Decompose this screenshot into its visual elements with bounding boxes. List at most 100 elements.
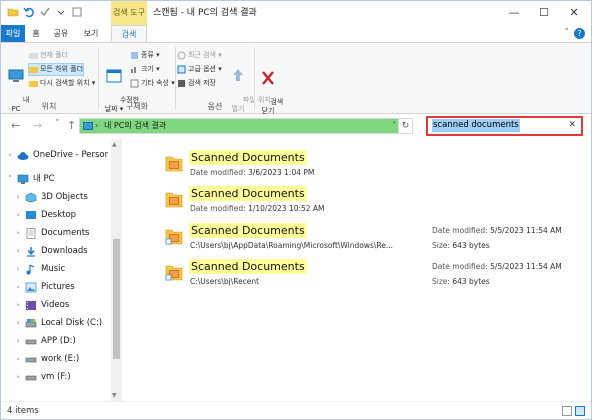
- chevron-right-icon[interactable]: ›: [13, 369, 23, 386]
- content-scrollbar[interactable]: [580, 139, 591, 401]
- chevron-right-icon[interactable]: ›: [13, 261, 23, 278]
- tab-home[interactable]: 홈: [27, 25, 45, 42]
- nav-item-label: Desktop: [41, 210, 77, 220]
- chevron-right-icon[interactable]: ›: [13, 297, 23, 314]
- search-folder-icon: [29, 79, 38, 88]
- chevron-right-icon[interactable]: ›: [13, 243, 23, 260]
- shortcut-icon: [165, 262, 183, 282]
- result-date-value: 3/6/2023 1:04 PM: [248, 168, 315, 177]
- ribbon-separator: [254, 47, 255, 109]
- pc-icon: [17, 174, 29, 185]
- properties-icon[interactable]: [39, 6, 51, 18]
- nav-item-this-pc[interactable]: ˅ 내 PC: [5, 171, 55, 188]
- chevron-down-icon[interactable]: ˅: [5, 171, 15, 188]
- options-group-label: 옵션: [207, 102, 223, 111]
- result-date: Date modified: 5/5/2023 11:54 AM: [432, 226, 562, 235]
- scroll-down-icon[interactable]: ▼: [112, 392, 117, 399]
- chevron-right-icon[interactable]: ›: [5, 147, 15, 164]
- nav-item-work-e[interactable]: › work (E:): [13, 351, 80, 368]
- scrollbar-thumb[interactable]: [113, 239, 120, 359]
- details-view-icon[interactable]: [562, 406, 572, 416]
- nav-item-label: Documents: [41, 228, 90, 238]
- scroll-up-icon[interactable]: ▲: [112, 141, 117, 148]
- close-search-button[interactable]: 검색 닫기: [257, 51, 283, 125]
- chevron-right-icon[interactable]: ›: [13, 207, 23, 224]
- search-input[interactable]: scanned documents ✕: [430, 119, 578, 133]
- nav-item-3d-objects[interactable]: › 3D Objects: [13, 189, 88, 206]
- close-search-label: 검색 닫기: [261, 98, 284, 115]
- nav-item-label: Downloads: [41, 246, 88, 256]
- back-button[interactable]: ←: [11, 119, 20, 132]
- chevron-right-icon[interactable]: ›: [13, 225, 23, 242]
- nav-item-local-disk-c[interactable]: › Local Disk (C:): [13, 315, 103, 332]
- result-path: C:\Users\bj\Recent: [190, 277, 260, 286]
- current-folder-button[interactable]: 현재 폴더: [29, 49, 68, 62]
- search-again-button[interactable]: 다시 검색할 위치 ▾: [29, 77, 95, 90]
- result-item[interactable]: Scanned Documents C:\Users\bj\Recent Dat…: [123, 256, 591, 290]
- nav-item-music[interactable]: › Music: [13, 261, 65, 278]
- nav-item-label: Videos: [41, 300, 70, 310]
- result-size-value: 643 bytes: [452, 277, 490, 286]
- chevron-down-icon[interactable]: ˅: [565, 28, 570, 38]
- nav-item-desktop[interactable]: › Desktop: [13, 207, 76, 224]
- address-dropdown-button[interactable]: ˅: [392, 119, 396, 133]
- result-path: C:\Users\bj\AppData\Roaming\Microsoft\Wi…: [190, 241, 394, 250]
- tab-search[interactable]: 검색: [111, 25, 147, 42]
- result-item[interactable]: Scanned Documents Date modified: 3/6/202…: [123, 147, 591, 181]
- nav-pane-scrollbar[interactable]: ▲ ▼: [111, 139, 122, 401]
- close-icon: [259, 69, 277, 87]
- minimize-button[interactable]: —: [499, 1, 529, 25]
- nav-item-videos[interactable]: › Videos: [13, 297, 69, 314]
- result-size-value: 643 bytes: [452, 241, 490, 250]
- folder-icon: [165, 189, 183, 209]
- up-button[interactable]: ↑: [67, 119, 76, 132]
- size-button[interactable]: 크기 ▾: [130, 63, 160, 76]
- folder-icon: [165, 153, 183, 173]
- chevron-right-icon[interactable]: ›: [13, 189, 23, 206]
- nav-item-pictures[interactable]: › Pictures: [13, 279, 75, 296]
- nav-item-documents[interactable]: › Documents: [13, 225, 89, 242]
- result-item[interactable]: Scanned Documents Date modified: 1/10/20…: [123, 183, 591, 217]
- nav-item-downloads[interactable]: › Downloads: [13, 243, 88, 260]
- recent-locations-button[interactable]: ˅: [55, 119, 60, 129]
- customize-toolbar-icon[interactable]: [55, 6, 67, 18]
- chevron-right-icon[interactable]: ›: [13, 351, 23, 368]
- tab-view[interactable]: 보기: [79, 25, 103, 42]
- close-button[interactable]: ✕: [559, 1, 589, 25]
- refresh-button[interactable]: ↻: [398, 119, 412, 133]
- clear-search-button[interactable]: ✕: [568, 119, 576, 132]
- nav-item-app-d[interactable]: › APP (D:): [13, 333, 76, 350]
- recent-searches-button[interactable]: 최근 검색 ▾: [177, 49, 222, 62]
- ribbon-group-refine: 수정한 날짜 ▾ 종류 ▾ 크기 ▾ 기타 속성 ▾ 구체화: [100, 45, 175, 113]
- tab-file[interactable]: 파일: [1, 25, 25, 42]
- forward-button[interactable]: →: [33, 119, 42, 132]
- context-tab-search-tools: 검색 도구: [111, 1, 147, 25]
- maximize-button[interactable]: ☐: [529, 1, 559, 25]
- window-controls: — ☐ ✕: [499, 1, 589, 25]
- chevron-right-icon[interactable]: ›: [13, 315, 23, 332]
- address-text: 내 PC의 검색 결과: [104, 121, 167, 130]
- ribbon-tabs: 파일 홈 공유 보기 검색 ˅ ?: [1, 25, 591, 42]
- undo-icon[interactable]: [23, 6, 35, 18]
- address-bar[interactable]: › 내 PC의 검색 결과 ˅ ↻: [79, 118, 413, 134]
- help-icon[interactable]: ?: [574, 28, 585, 39]
- chevron-right-icon[interactable]: ›: [13, 279, 23, 296]
- large-icons-view-icon[interactable]: [575, 406, 585, 416]
- kind-button[interactable]: 종류 ▾: [130, 49, 160, 62]
- all-subfolders-button[interactable]: 모든 하위 폴더: [28, 63, 85, 76]
- advanced-options-button[interactable]: 고급 옵션 ▾: [177, 63, 222, 76]
- save-search-button[interactable]: 검색 저장: [177, 77, 216, 90]
- calendar-icon: [105, 67, 123, 85]
- other-properties-button[interactable]: 기타 속성 ▾: [130, 77, 175, 90]
- nav-item-label: Local Disk (C:): [41, 318, 103, 328]
- nav-item-onedrive[interactable]: › OneDrive - Persor: [5, 147, 108, 164]
- result-item[interactable]: Scanned Documents C:\Users\bj\AppData\Ro…: [123, 220, 591, 254]
- item-count: 4 items: [7, 406, 39, 416]
- ribbon: 내 PC 현재 폴더 모든 하위 폴더 다시 검색할 위치 ▾ 위치 수정한 날…: [1, 42, 591, 115]
- tab-share[interactable]: 공유: [49, 25, 73, 42]
- nav-item-vm-f[interactable]: › vm (F:): [13, 369, 71, 386]
- chevron-right-icon[interactable]: ›: [13, 333, 23, 350]
- folder-icon[interactable]: [7, 6, 19, 18]
- documents-icon: [25, 228, 37, 239]
- result-size-label: Size:: [432, 241, 450, 250]
